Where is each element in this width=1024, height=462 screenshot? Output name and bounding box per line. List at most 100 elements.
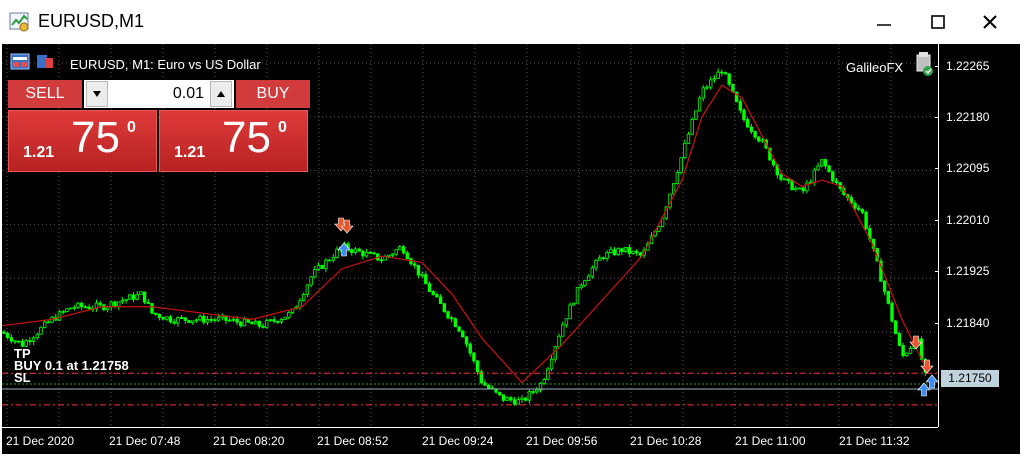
close-button[interactable]: [968, 6, 1012, 38]
candle-body: [709, 79, 713, 88]
candle-body: [672, 183, 676, 195]
candle-body: [457, 326, 461, 332]
current-price-badge: 1.21750: [941, 370, 999, 387]
candle-body: [701, 87, 705, 99]
candle-body: [268, 319, 273, 322]
time-label: 21 Dec 11:00: [735, 434, 806, 448]
sl-label: SL: [14, 370, 31, 385]
candle-body: [509, 397, 513, 401]
candle-body: [235, 318, 239, 323]
candle-body: [46, 321, 51, 324]
candle-body: [823, 159, 828, 167]
candle-body: [43, 321, 47, 328]
candle-body: [124, 298, 128, 301]
candle-body: [468, 343, 472, 354]
candle-body: [720, 71, 724, 74]
candle-body: [627, 247, 631, 254]
chart-window[interactable]: EURUSD, M1: Euro vs US Dollar GalileoFX …: [2, 44, 1020, 454]
candle-body: [87, 306, 91, 310]
candle-body: [827, 165, 831, 173]
candle-body: [379, 259, 384, 262]
buy-price-button[interactable]: 1.21 75 0: [159, 110, 308, 172]
candle-body: [190, 320, 195, 323]
candle-body: [313, 269, 317, 278]
chart-window-icon: [9, 12, 29, 32]
candle-body: [13, 340, 17, 343]
candle-body: [572, 302, 576, 306]
candle-body: [853, 202, 857, 209]
candle-body: [901, 345, 905, 357]
candle-body: [83, 306, 88, 309]
candle-body: [694, 110, 698, 120]
price-axis[interactable]: 1.22265 1.22180 1.22095 1.22010 1.21925 …: [935, 44, 1021, 427]
candle-body: [542, 379, 546, 384]
candle-body: [564, 318, 569, 326]
candle-body: [335, 248, 339, 258]
candle-body: [749, 126, 754, 132]
candle-body: [390, 253, 395, 256]
candle-body: [601, 257, 606, 260]
expert-advisor-icon[interactable]: [913, 51, 935, 77]
one-click-trading-icon[interactable]: [10, 53, 30, 70]
candle-body: [746, 119, 750, 128]
candle-body: [246, 318, 250, 323]
candle-body: [816, 165, 820, 171]
candle-body: [239, 321, 243, 327]
candle-body: [401, 246, 406, 254]
candle-body: [2, 331, 6, 334]
sell-price-button[interactable]: 1.21 75 0: [8, 110, 157, 172]
time-label: 21 Dec 11:32: [839, 434, 910, 448]
candle-body: [675, 172, 680, 184]
buy-price-big: 75: [222, 113, 271, 162]
price-label: 1.22265: [946, 59, 990, 73]
candle-body: [486, 384, 491, 389]
time-label: 21 Dec 08:20: [213, 434, 285, 448]
window-title: EURUSD,M1: [38, 11, 145, 31]
price-label: 1.21840: [946, 316, 990, 330]
price-tick: [935, 168, 939, 169]
candle-body: [276, 320, 280, 323]
candle-body: [80, 302, 84, 308]
lot-decrease-button[interactable]: [86, 81, 108, 107]
candle-body: [264, 320, 269, 328]
sell-button[interactable]: SELL: [8, 80, 82, 108]
lot-size-stepper[interactable]: 0.01: [84, 80, 234, 108]
candle-body: [483, 382, 487, 386]
candle-body: [17, 340, 21, 343]
candle-body: [279, 318, 284, 323]
candle-body: [139, 291, 143, 295]
maximize-button[interactable]: [916, 6, 960, 38]
candle-body: [820, 159, 824, 167]
time-axis[interactable]: 21 Dec 2020 21 Dec 07:48 21 Dec 08:20 21…: [2, 427, 938, 455]
candle-body: [117, 301, 121, 307]
candle-body: [157, 313, 162, 318]
candle-body: [831, 171, 835, 182]
candle-body: [431, 291, 435, 295]
sell-price-prefix: 1.21: [23, 144, 55, 161]
candle-body: [350, 249, 354, 253]
candle-body: [405, 252, 409, 260]
candle-body: [598, 257, 602, 261]
candle-body: [635, 250, 639, 254]
candle-body: [216, 316, 221, 321]
lot-size-input[interactable]: 0.01: [112, 80, 204, 108]
candle-body: [579, 284, 583, 288]
candle-body: [753, 131, 757, 138]
lot-increase-button[interactable]: [210, 81, 232, 107]
minimize-button[interactable]: [862, 6, 906, 38]
candle-body: [894, 320, 898, 334]
candle-body: [786, 178, 791, 181]
candle-body: [113, 301, 117, 307]
candle-body: [512, 399, 517, 405]
buy-button[interactable]: BUY: [236, 80, 310, 108]
candle-body: [283, 316, 287, 320]
candle-body: [790, 180, 794, 191]
candle-body: [442, 303, 446, 312]
candle-body: [453, 318, 458, 328]
candle-body: [908, 348, 913, 354]
close-icon: [983, 15, 997, 29]
trade-levels-icon[interactable]: [35, 53, 55, 70]
candle-body: [28, 340, 32, 343]
candle-body: [890, 302, 894, 322]
candle-body: [253, 320, 258, 325]
